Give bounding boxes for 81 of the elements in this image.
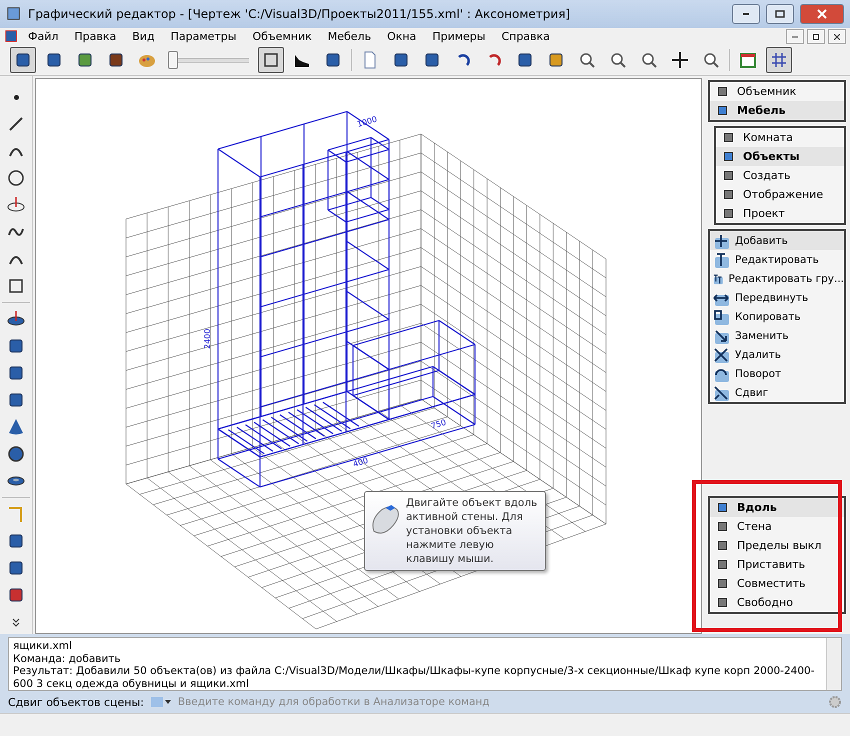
bracket-icon [7, 505, 25, 523]
section-item[interactable]: Проект [716, 204, 844, 223]
menu-item[interactable]: Файл [20, 30, 66, 43]
menu-item[interactable]: Правка [66, 30, 124, 43]
line-icon [7, 115, 25, 133]
menu-item[interactable]: Объемник [244, 30, 320, 43]
edit-icon [712, 250, 730, 268]
dimension-label: 2400 [203, 328, 212, 349]
action-item[interactable]: Передвинуть [710, 288, 844, 307]
menu-item[interactable]: Вид [124, 30, 163, 43]
toolbar-button[interactable] [258, 47, 284, 73]
zoom-in-icon [609, 51, 627, 69]
chevron-down-icon[interactable] [11, 618, 21, 628]
maximize-icon [775, 10, 785, 18]
window-title: Графический редактор - [Чертеж 'C:/Visual3D/Проекты2011/155.xml' : Аксонометрия] [28, 7, 572, 21]
action-item[interactable]: Редактировать гру... [710, 269, 844, 288]
log-line: ящики.xml [13, 640, 73, 652]
mode-item[interactable]: Свободно [710, 593, 844, 612]
mouse-icon [370, 504, 402, 536]
menu-item[interactable]: Параметры [162, 30, 244, 43]
torus-icon [7, 476, 25, 486]
module-item[interactable]: Объемник [710, 82, 844, 101]
move-icon [671, 51, 689, 69]
restore-icon [813, 34, 819, 40]
module-item[interactable]: Мебель [710, 101, 844, 120]
mode-item[interactable]: Стена [710, 517, 844, 536]
action-item[interactable]: Редактировать [710, 250, 844, 269]
axis-icon [7, 196, 25, 214]
mode-item[interactable]: Приставить [710, 555, 844, 574]
copy-icon [712, 308, 730, 326]
circle-icon [7, 169, 25, 187]
maximize-button[interactable] [766, 4, 794, 24]
action-item[interactable]: Сдвиг [710, 383, 844, 402]
rectangle-icon [7, 277, 25, 295]
minimize-button[interactable] [786, 29, 804, 44]
dimension-label: 1000 [356, 114, 378, 129]
dimension-label: 750 [430, 418, 448, 431]
cone-icon [7, 418, 25, 436]
mode-item[interactable]: Пределы выкл [710, 536, 844, 555]
action-item[interactable]: Заменить [710, 326, 844, 345]
grid-icon [770, 51, 788, 69]
section-item[interactable]: Комната [716, 128, 844, 147]
log-line: Команда: добавить [13, 652, 122, 665]
command-label: Сдвиг объектов сцены: [8, 696, 144, 708]
close-button[interactable] [828, 29, 846, 44]
menu-item[interactable]: Примеры [424, 30, 494, 43]
menu-item[interactable]: Окна [379, 30, 424, 43]
delete-icon [712, 346, 730, 364]
scrollbar[interactable] [826, 638, 841, 690]
section-item[interactable]: Отображение [716, 185, 844, 204]
section-item[interactable]: Объекты [716, 147, 844, 166]
minimize-button[interactable] [732, 4, 760, 24]
disc-icon [7, 310, 25, 328]
menu-item[interactable]: Справка [493, 30, 558, 43]
command-icon [150, 695, 172, 709]
toolbar-button[interactable] [10, 47, 36, 73]
frame-icon [262, 51, 280, 69]
action-item[interactable]: Удалить [710, 345, 844, 364]
calendar-icon [739, 51, 757, 69]
action-item[interactable]: Копировать [710, 307, 844, 326]
action-item[interactable]: Поворот [710, 364, 844, 383]
dimension-label: 400 [352, 456, 370, 469]
close-icon [834, 34, 840, 40]
sphere-icon [7, 445, 25, 463]
command-field[interactable]: Введите команду для обработки в Анализаторе команд [178, 696, 822, 708]
point-icon [14, 94, 18, 100]
minimize-icon [743, 13, 749, 15]
action-item[interactable]: Добавить [710, 231, 844, 250]
menu-item[interactable]: Мебель [320, 30, 380, 43]
restore-button[interactable] [807, 29, 825, 44]
close-icon [817, 9, 827, 19]
log-line: Результат: Добавили 50 объекта(ов) из файла C:/Visual3D/Модели/Шкафы/Шкафы-купе корпусные/3-х секционные/Шкаф купе корп 2000-2400-600 3 секц одежда обувницы и ящики.xml [13, 665, 816, 690]
mode-item[interactable]: Вдоль [710, 498, 844, 517]
mode-item[interactable]: Совместить [710, 574, 844, 593]
drawing-canvas[interactable]: 1000 2400 750 400 Двигайте объект вдоль активной стены. Для установки объекта нажмите левую клавишу мыши. [35, 78, 702, 634]
gear-icon [828, 695, 842, 709]
tooltip-text: Двигайте объект вдоль активной стены. Для установки объекта нажмите левую клавишу мыши. [406, 496, 538, 566]
minimize-icon [792, 36, 798, 38]
section-item[interactable]: Создать [716, 166, 844, 185]
app-icon [6, 6, 22, 22]
slider-thumb[interactable] [168, 51, 178, 69]
